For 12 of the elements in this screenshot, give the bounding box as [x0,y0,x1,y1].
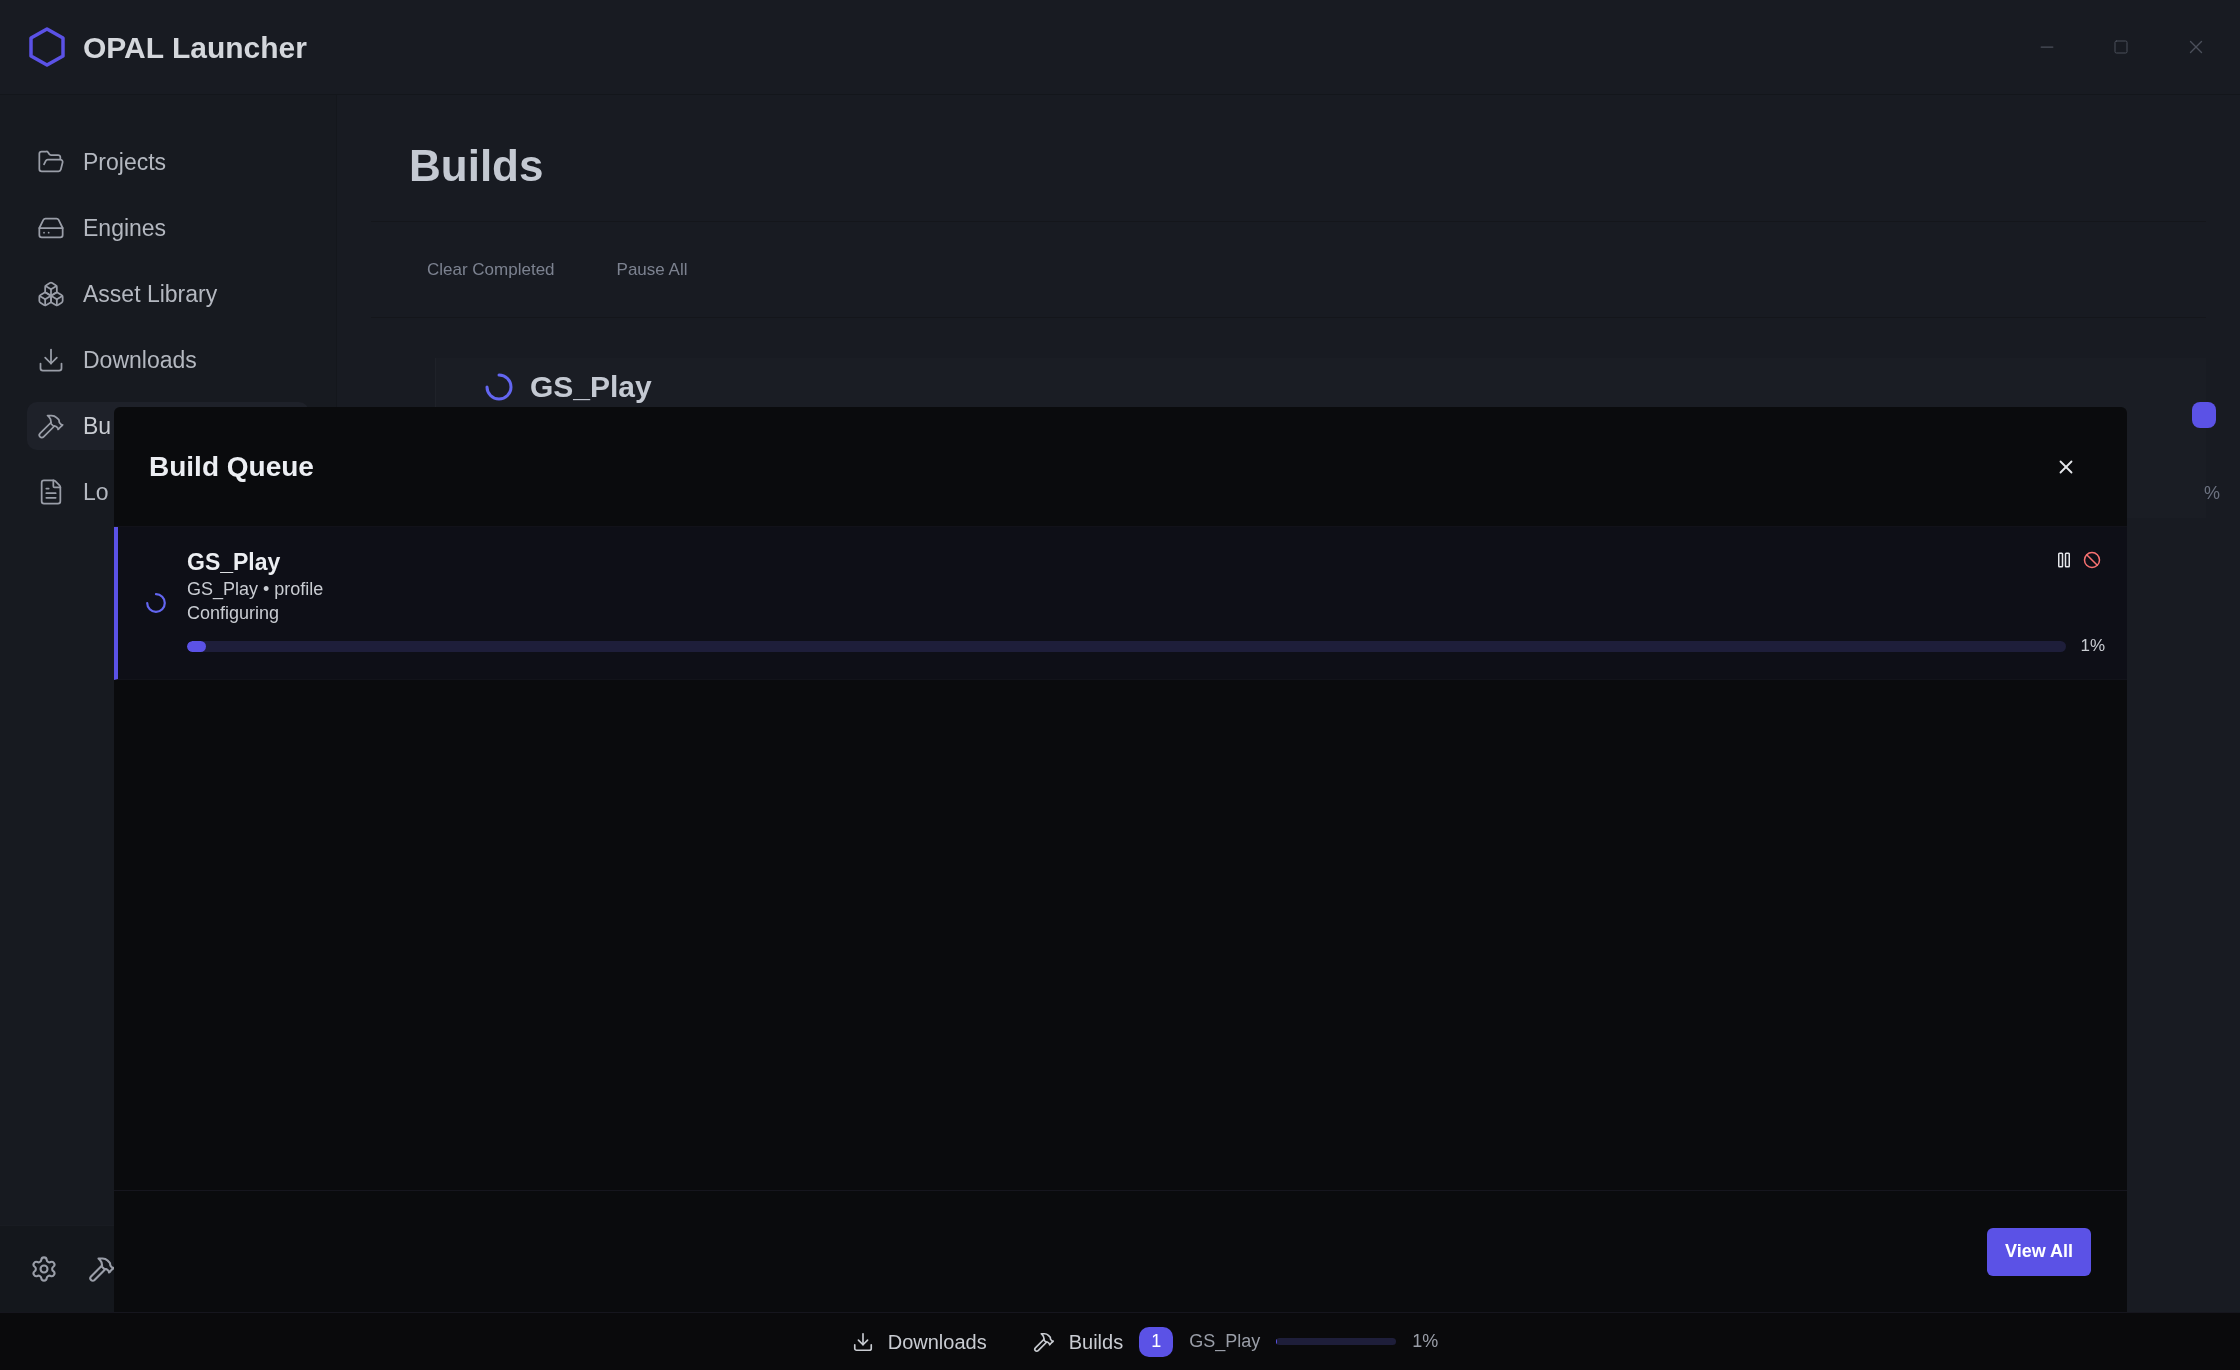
build-title: GS_Play [187,548,282,578]
build-detail: GS_Play • profile [187,578,324,602]
build-status: Configuring [187,602,281,626]
build-name: GS_Play [1189,1330,1261,1354]
percent-text: % [2204,482,2220,505]
dialog-title: Build Queue [149,449,314,484]
progress-percent: 1% [1412,1330,1439,1353]
page-title: Builds [409,140,544,192]
progress-percent: 1% [2080,635,2105,658]
build-title: GS_Play [530,372,652,402]
app-title: OPAL Launcher [83,29,307,66]
count-badge: 1 [1139,1326,1174,1357]
